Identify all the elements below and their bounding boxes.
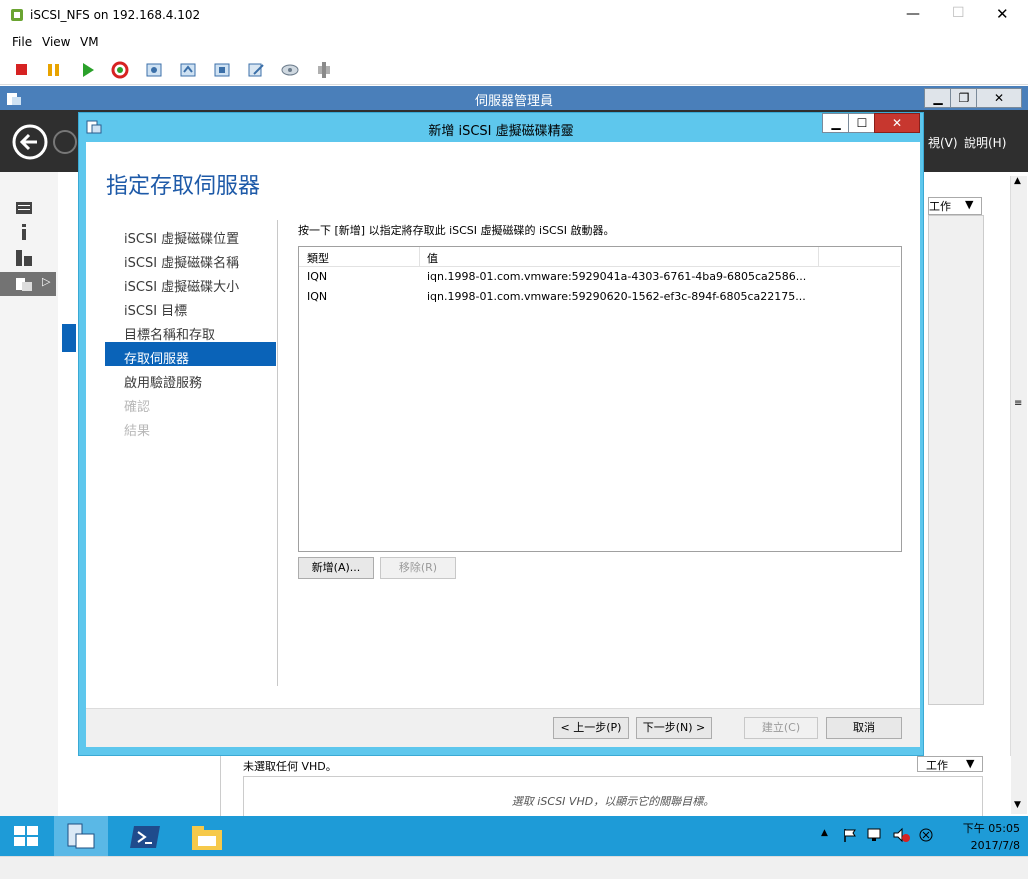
remove-button[interactable]: 移除(R)	[380, 557, 456, 579]
console-title: iSCSI_NFS on 192.168.4.102	[30, 8, 201, 22]
row-value: iqn.1998-01.com.vmware:59290620-1562-ef3…	[427, 290, 806, 303]
edit-settings-icon[interactable]	[246, 60, 266, 80]
menu-vm[interactable]: VM	[80, 35, 99, 49]
create-button[interactable]: 建立(C)	[744, 717, 818, 739]
table-row[interactable]: IQN iqn.1998-01.com.vmware:5929041a-4303…	[299, 267, 899, 286]
step-confirmation: 確認	[124, 400, 151, 415]
taskbar: ▲	[0, 816, 1028, 859]
initiator-list-header: 類型 值	[299, 247, 900, 267]
action-center-icon[interactable]	[842, 827, 858, 843]
row-value: iqn.1998-01.com.vmware:5929041a-4303-676…	[427, 270, 807, 283]
file-explorer-icon[interactable]	[190, 824, 224, 852]
step-disk-location[interactable]: iSCSI 虛擬磁碟位置	[124, 228, 239, 247]
cancel-button[interactable]: 取消	[826, 717, 902, 739]
console-statusbar	[0, 856, 1028, 879]
clock-date: 2017/7/8	[970, 839, 1020, 852]
column-value[interactable]: 值	[427, 250, 438, 266]
step-target-name[interactable]: 目標名稱和存取	[124, 324, 215, 343]
back-button[interactable]: < 上一步(P)	[553, 717, 629, 739]
nav-divider	[277, 220, 278, 686]
wizard-titlebar: 新增 iSCSI 虛擬磁碟精靈 ▁ ☐ ✕	[78, 112, 924, 142]
start-icon[interactable]	[12, 824, 40, 848]
wizard-minimize-button[interactable]: ▁	[822, 113, 850, 133]
menu-help[interactable]: 說明(H)	[964, 134, 1006, 151]
sub-nav-strip	[58, 172, 76, 816]
expand-arrow-icon: ▷	[42, 275, 51, 288]
server-manager-sidebar: ▷	[0, 172, 59, 816]
connect-icon[interactable]	[314, 60, 334, 80]
column-separator	[419, 247, 420, 266]
pause-icon[interactable]	[44, 60, 64, 80]
stop-icon[interactable]	[12, 60, 32, 80]
sub-nav-selection	[62, 324, 76, 352]
network-icon[interactable]	[866, 827, 884, 843]
devices-icon[interactable]	[280, 60, 300, 80]
instruction-text: 按一下 [新增] 以指定將存取此 iSCSI 虛擬磁碟的 iSCSI 啟動器。	[298, 224, 615, 237]
console-menubar: File View VM	[0, 32, 1028, 52]
menu-file[interactable]: File	[12, 35, 32, 49]
select-vhd-hint: 選取 iSCSI VHD，以顯示它的關聯目標。	[511, 795, 715, 808]
add-button[interactable]: 新增(A)...	[298, 557, 374, 579]
local-server-icon[interactable]	[16, 224, 34, 240]
show-hidden-icons[interactable]: ▲	[821, 828, 828, 838]
snapshot-icon[interactable]	[144, 60, 164, 80]
tasks-dropdown-bottom[interactable]: 工作 ▼	[917, 756, 983, 772]
table-row[interactable]: IQN iqn.1998-01.com.vmware:59290620-1562…	[299, 287, 899, 306]
step-disk-name[interactable]: iSCSI 虛擬磁碟名稱	[124, 252, 239, 271]
snapshot-manager-icon[interactable]	[212, 60, 232, 80]
step-authentication[interactable]: 啟用驗證服務	[124, 372, 202, 391]
step-disk-size[interactable]: iSCSI 虛擬磁碟大小	[124, 276, 239, 295]
step-target[interactable]: iSCSI 目標	[124, 300, 187, 319]
close-button[interactable]: ✕	[996, 5, 1009, 23]
scroll-down-icon[interactable]: ▼	[1014, 800, 1021, 810]
sm-minimize-button[interactable]: ▁	[924, 88, 952, 108]
wizard-title: 新增 iSCSI 虛擬磁碟精靈	[428, 124, 574, 139]
vertical-scrollbar[interactable]: ▲ ≡ ▼	[1010, 176, 1027, 814]
reset-icon[interactable]	[110, 60, 130, 80]
step-access-servers[interactable]: 存取伺服器	[124, 348, 189, 367]
scroll-thumb-icon[interactable]: ≡	[1014, 398, 1022, 409]
page-title: 指定存取伺服器	[106, 174, 261, 199]
server-manager-titlebar: 伺服器管理員 ▁ ❐ ✕	[0, 86, 1028, 110]
targets-panel: 未選取任何 VHD。 工作 ▼ 選取 iSCSI VHD，以顯示它的關聯目標。	[220, 756, 1011, 818]
volume-muted-icon[interactable]	[892, 827, 910, 843]
taskbar-clock[interactable]: 下午 05:05 2017/7/8	[930, 820, 1020, 852]
all-servers-icon[interactable]	[16, 250, 34, 266]
back-forward-icon[interactable]	[10, 124, 80, 160]
revert-snapshot-icon[interactable]	[178, 60, 198, 80]
column-type[interactable]: 類型	[307, 250, 329, 266]
dropdown-arrow-icon: ▼	[965, 198, 974, 211]
vm-console-icon	[11, 9, 23, 21]
console-toolbar	[0, 54, 1028, 85]
no-vhd-selected-text: 未選取任何 VHD。	[243, 760, 337, 773]
menu-view-partial[interactable]: 視(V)	[928, 134, 958, 151]
scroll-up-icon[interactable]: ▲	[1014, 176, 1021, 186]
server-manager-title: 伺服器管理員	[474, 94, 553, 109]
sm-close-button[interactable]: ✕	[976, 88, 1022, 108]
wizard-close-button[interactable]: ✕	[874, 113, 920, 133]
file-storage-icon	[16, 278, 32, 291]
wizard-maximize-button[interactable]: ☐	[848, 113, 876, 133]
menu-view[interactable]: View	[42, 35, 70, 49]
next-button[interactable]: 下一步(N) >	[636, 717, 712, 739]
play-icon[interactable]	[78, 60, 98, 80]
sm-restore-button[interactable]: ❐	[950, 88, 978, 108]
minimize-button[interactable]: —	[906, 6, 920, 22]
targets-list: 選取 iSCSI VHD，以顯示它的關聯目標。	[243, 776, 983, 818]
tasks-panel-content	[928, 215, 984, 705]
row-type: IQN	[307, 290, 328, 303]
step-results: 結果	[124, 424, 151, 439]
dropdown-arrow-icon: ▼	[966, 757, 975, 770]
column-separator	[818, 247, 819, 266]
file-storage-item[interactable]: ▷	[0, 272, 56, 296]
maximize-button[interactable]: ☐	[952, 5, 965, 21]
dashboard-icon[interactable]	[16, 200, 34, 216]
clock-time: 下午 05:05	[962, 822, 1020, 835]
server-manager-icon	[67, 823, 95, 849]
row-type: IQN	[307, 270, 328, 283]
tasks-dropdown[interactable]: 工作 ▼	[928, 197, 982, 215]
console-titlebar: iSCSI_NFS on 192.168.4.102 — ☐ ✕	[0, 0, 1028, 32]
powershell-icon[interactable]	[128, 824, 162, 850]
taskbar-server-manager[interactable]	[54, 816, 108, 859]
